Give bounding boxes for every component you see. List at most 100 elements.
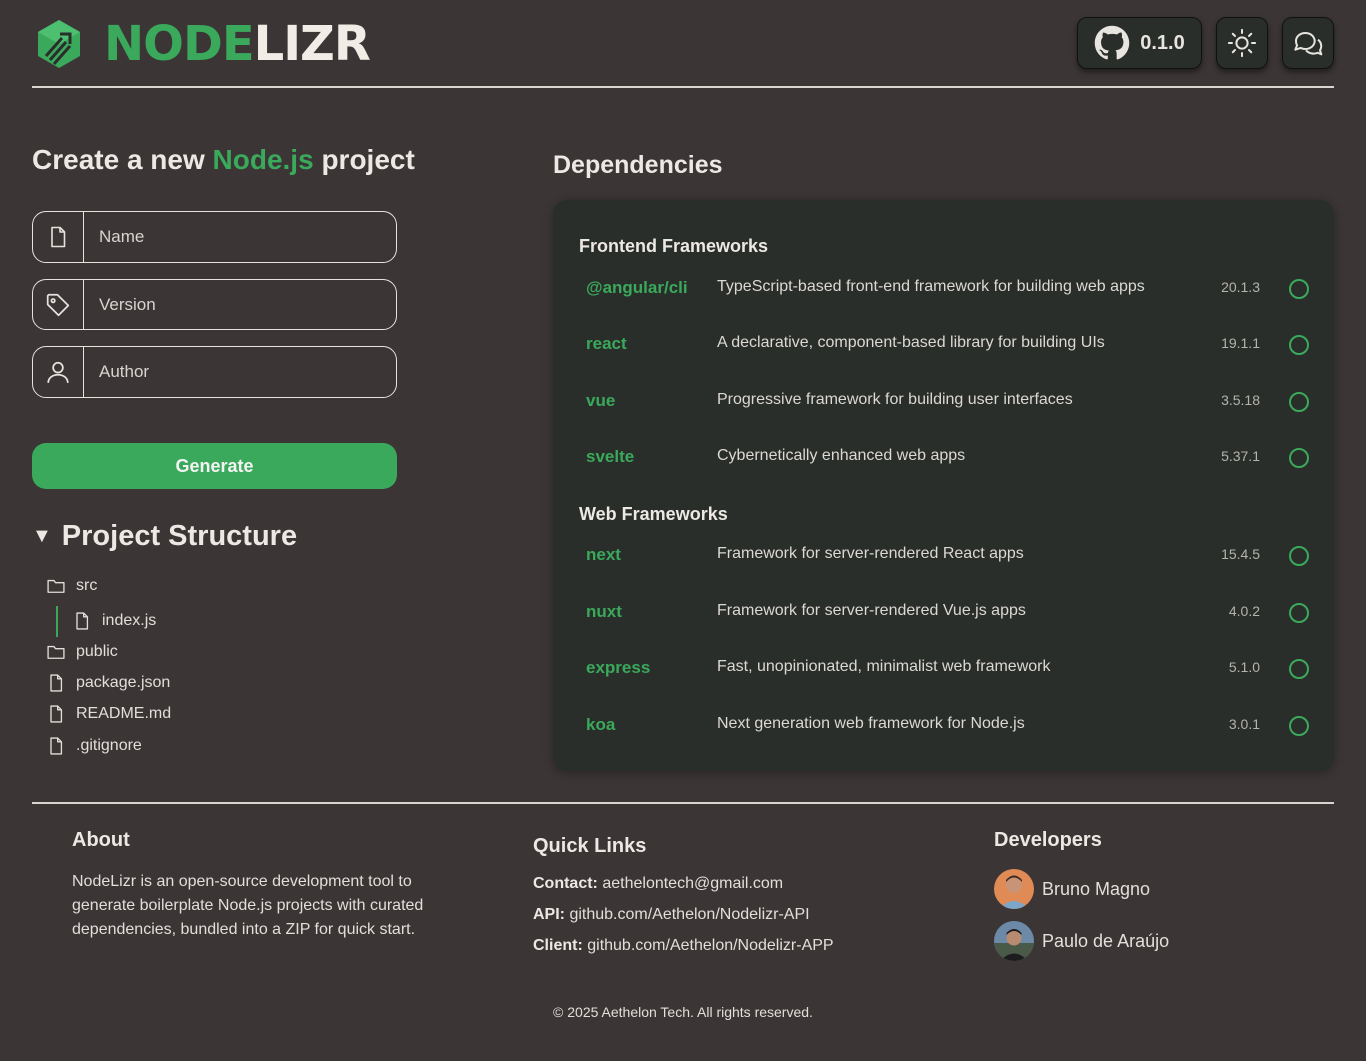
avatar bbox=[994, 869, 1034, 909]
version-field bbox=[32, 279, 397, 330]
dependency-description: Framework for server-rendered React apps bbox=[717, 545, 1024, 562]
tree-item-label: README.md bbox=[76, 705, 172, 722]
dependency-row-nuxt[interactable]: nuxt Framework for server-rendered Vue.j… bbox=[553, 593, 1334, 633]
developer-name: Bruno Magno bbox=[1042, 878, 1151, 899]
dependency-version: 5.37.1 bbox=[1221, 448, 1260, 464]
project-structure-title: Project Structure bbox=[61, 520, 298, 552]
nodelizr-logo-icon[interactable] bbox=[36, 18, 82, 70]
logo-text[interactable]: NODELIZR bbox=[104, 14, 371, 74]
project-structure-toggle[interactable]: ▼ Project Structure bbox=[32, 520, 297, 553]
dependency-row-koa[interactable]: koa Next generation web framework for No… bbox=[553, 706, 1334, 746]
github-version-button[interactable]: 0.1.0 bbox=[1077, 17, 1202, 69]
version-label: 0.1.0 bbox=[1140, 31, 1185, 54]
generate-button[interactable]: Generate bbox=[32, 443, 397, 489]
logo-text-lizr: LIZR bbox=[253, 16, 371, 72]
about-text: NodeLizr is an open-source development t… bbox=[72, 873, 424, 938]
quick-link-label: API: bbox=[533, 906, 565, 923]
dependency-version: 19.1.1 bbox=[1221, 335, 1260, 351]
tree-file-gitignore[interactable]: .gitignore bbox=[46, 736, 142, 756]
dependency-row-next[interactable]: next Framework for server-rendered React… bbox=[553, 536, 1334, 576]
about-title: About bbox=[72, 829, 130, 851]
user-icon bbox=[47, 361, 69, 383]
dependencies-title: Dependencies bbox=[553, 151, 723, 179]
folder-icon bbox=[47, 579, 65, 593]
author-input[interactable] bbox=[84, 347, 396, 397]
quick-link-label: Contact: bbox=[533, 875, 598, 892]
dependency-select-radio[interactable] bbox=[1289, 448, 1309, 468]
category-title-frontend: Frontend Frameworks bbox=[579, 236, 769, 256]
quick-link-contact[interactable]: Contact: aethelontech@gmail.com bbox=[533, 875, 783, 893]
category-title-web: Web Frameworks bbox=[579, 504, 728, 524]
developer-bruno[interactable]: Bruno Magno bbox=[994, 869, 1150, 909]
title-prefix: Create a new bbox=[32, 144, 213, 175]
dependency-version: 3.0.1 bbox=[1228, 716, 1260, 732]
file-icon bbox=[76, 612, 89, 630]
dependency-description: Progressive framework for building user … bbox=[717, 391, 1073, 408]
dependency-row-express[interactable]: express Fast, unopinionated, minimalist … bbox=[553, 649, 1334, 689]
feedback-chat-button[interactable] bbox=[1282, 17, 1334, 69]
dependency-select-radio[interactable] bbox=[1289, 659, 1309, 679]
quick-link-value[interactable]: aethelontech@gmail.com bbox=[602, 875, 783, 892]
dependency-description: A declarative, component-based library f… bbox=[717, 334, 1105, 351]
dependency-version: 20.1.3 bbox=[1221, 279, 1260, 295]
dependency-version: 5.1.0 bbox=[1228, 659, 1260, 675]
tree-file-readme-md[interactable]: README.md bbox=[46, 704, 171, 724]
footer-divider bbox=[32, 802, 1334, 804]
dependency-version: 15.4.5 bbox=[1221, 546, 1260, 562]
avatar-bruno-image bbox=[994, 869, 1034, 909]
dependency-select-radio[interactable] bbox=[1289, 392, 1309, 412]
dependency-description: Framework for server-rendered Vue.js app… bbox=[717, 602, 1026, 619]
file-icon bbox=[50, 674, 63, 692]
tree-indent-line bbox=[56, 606, 58, 637]
dependency-select-radio[interactable] bbox=[1289, 716, 1309, 736]
dependency-name: next bbox=[586, 545, 621, 564]
name-input[interactable] bbox=[84, 212, 396, 262]
file-icon bbox=[50, 705, 63, 723]
dependency-row-vue[interactable]: vue Progressive framework for building u… bbox=[553, 382, 1334, 422]
name-field-icon-box bbox=[33, 212, 84, 262]
file-icon bbox=[51, 226, 66, 248]
title-accent: Node.js bbox=[212, 144, 314, 175]
tree-item-label: src bbox=[76, 577, 98, 594]
sun-icon bbox=[1227, 28, 1257, 58]
dependency-select-radio[interactable] bbox=[1289, 279, 1309, 299]
developer-name: Paulo de Araújo bbox=[1042, 930, 1170, 951]
dependency-select-radio[interactable] bbox=[1289, 546, 1309, 566]
dependency-description: Fast, unopinionated, minimalist web fram… bbox=[717, 658, 1051, 675]
copyright: © 2025 Aethelon Tech. All rights reserve… bbox=[553, 1004, 813, 1020]
dependency-select-radio[interactable] bbox=[1289, 335, 1309, 355]
dependency-row-react[interactable]: react A declarative, component-based lib… bbox=[553, 325, 1334, 365]
github-icon bbox=[1095, 25, 1130, 60]
tree-item-label: public bbox=[76, 643, 118, 660]
theme-toggle-button[interactable] bbox=[1216, 17, 1268, 69]
dependency-select-radio[interactable] bbox=[1289, 603, 1309, 623]
name-field bbox=[32, 211, 397, 263]
quick-link-value[interactable]: github.com/Aethelon/Nodelizr-API bbox=[569, 906, 809, 923]
author-field bbox=[32, 346, 397, 398]
author-field-icon-box bbox=[33, 347, 84, 397]
dependency-name: react bbox=[586, 334, 627, 353]
dependency-name: nuxt bbox=[586, 602, 622, 621]
title-suffix: project bbox=[313, 144, 415, 175]
tree-folder-src[interactable]: src bbox=[46, 576, 97, 596]
version-field-icon-box bbox=[33, 280, 84, 329]
developer-paulo[interactable]: Paulo de Araújo bbox=[994, 921, 1169, 961]
dependency-description: TypeScript-based front-end framework for… bbox=[717, 278, 1145, 295]
folder-icon bbox=[47, 645, 65, 659]
tree-file-package-json[interactable]: package.json bbox=[46, 673, 170, 693]
tree-file-index-js[interactable]: index.js bbox=[72, 611, 156, 631]
logo-text-node: NODE bbox=[104, 16, 255, 72]
version-input[interactable] bbox=[84, 280, 396, 329]
tree-folder-public[interactable]: public bbox=[46, 642, 118, 662]
header: NODELIZR 0.1.0 bbox=[32, 0, 1334, 88]
dependency-row-angular[interactable]: @angular/cli TypeScript-based front-end … bbox=[553, 269, 1334, 309]
file-icon bbox=[50, 737, 63, 755]
collapse-triangle-icon: ▼ bbox=[32, 525, 52, 547]
dependency-row-svelte[interactable]: svelte Cybernetically enhanced web apps … bbox=[553, 438, 1334, 478]
quick-links-title: Quick Links bbox=[533, 835, 647, 857]
dependency-version: 4.0.2 bbox=[1228, 603, 1260, 619]
create-project-title: Create a new Node.js project bbox=[32, 144, 415, 176]
quick-link-client[interactable]: Client: github.com/Aethelon/Nodelizr-APP bbox=[533, 937, 834, 955]
quick-link-api[interactable]: API: github.com/Aethelon/Nodelizr-API bbox=[533, 906, 810, 924]
quick-link-value[interactable]: github.com/Aethelon/Nodelizr-APP bbox=[587, 937, 833, 954]
